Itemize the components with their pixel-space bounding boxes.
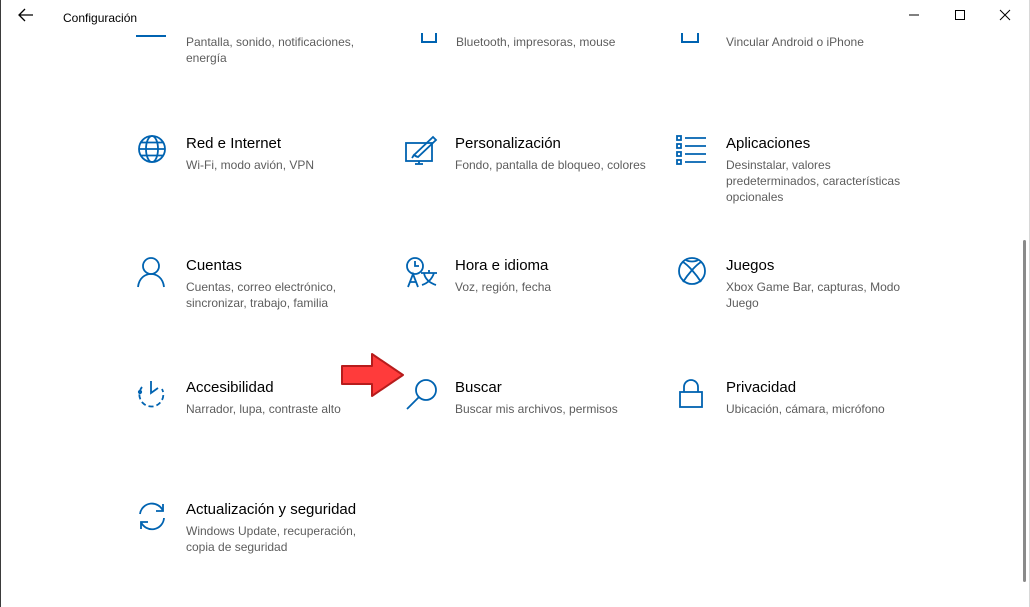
tile-juegos[interactable]: Juegos Xbox Game Bar, capturas, Modo Jue…	[676, 257, 926, 347]
tile-title: Hora e idioma	[455, 257, 549, 274]
tile-title: Actualización y seguridad	[186, 501, 357, 518]
system-tile-description[interactable]: Pantalla, sonido, notificaciones, energí…	[186, 34, 376, 66]
window-title: Configuración	[63, 11, 138, 25]
person-icon	[136, 257, 170, 291]
phone-icon	[681, 33, 699, 43]
back-button[interactable]	[11, 5, 41, 29]
title-bar: Configuración	[1, 0, 1029, 33]
accessibility-icon	[136, 379, 170, 413]
tile-cuentas[interactable]: Cuentas Cuentas, correo electrónico, sin…	[136, 257, 386, 347]
tile-description: Ubicación, cámara, micrófono	[726, 402, 885, 416]
tile-title: Privacidad	[726, 379, 797, 396]
phone-tile-description[interactable]: Vincular Android o iPhone	[726, 34, 926, 50]
close-button[interactable]	[982, 2, 1028, 32]
tile-privacidad[interactable]: Privacidad Ubicación, cámara, micrófono	[676, 379, 926, 469]
time-language-icon	[405, 257, 439, 291]
tile-description: Desinstalar, valores predeterminados, ca…	[726, 158, 901, 204]
settings-window: Pantalla, sonido, notificaciones, energí…	[0, 0, 1030, 607]
tile-description: Cuentas, correo electrónico, sincronizar…	[186, 280, 337, 310]
tile-hora-idioma[interactable]: Hora e idioma Voz, región, fecha	[405, 257, 655, 347]
sync-icon	[136, 501, 170, 535]
lock-icon	[676, 379, 710, 413]
close-icon	[999, 8, 1011, 26]
tile-title: Accesibilidad	[186, 379, 274, 396]
maximize-button[interactable]	[937, 2, 983, 32]
tile-actualizacion-seguridad[interactable]: Actualización y seguridad Windows Update…	[136, 501, 386, 591]
minimize-button[interactable]	[891, 2, 937, 32]
tile-description: Wi-Fi, modo avión, VPN	[186, 158, 315, 172]
xbox-icon	[676, 257, 710, 291]
annotation-arrow-icon	[340, 352, 406, 398]
personalization-icon	[405, 135, 439, 169]
tile-description: Voz, región, fecha	[455, 280, 552, 294]
minimize-icon	[908, 8, 920, 26]
globe-icon	[136, 135, 170, 169]
tile-description: Narrador, lupa, contraste alto	[186, 402, 341, 416]
tile-description: Buscar mis archivos, permisos	[455, 402, 618, 416]
tile-title: Red e Internet	[186, 135, 282, 152]
devices-icon	[421, 33, 437, 43]
tile-red-internet[interactable]: Red e Internet Wi-Fi, modo avión, VPN	[136, 135, 386, 225]
tile-aplicaciones[interactable]: Aplicaciones Desinstalar, valores predet…	[676, 135, 926, 225]
tile-title: Juegos	[726, 257, 775, 274]
system-display-icon	[136, 33, 166, 37]
tile-description: Xbox Game Bar, capturas, Modo Juego	[726, 280, 901, 310]
devices-tile-description[interactable]: Bluetooth, impresoras, mouse	[456, 34, 656, 50]
tile-title: Buscar	[455, 379, 502, 396]
tile-description: Fondo, pantalla de bloqueo, colores	[455, 158, 646, 172]
search-icon	[405, 379, 439, 413]
tile-title: Cuentas	[186, 257, 242, 274]
tile-personalizacion[interactable]: Personalización Fondo, pantalla de bloqu…	[405, 135, 655, 225]
maximize-icon	[954, 8, 966, 26]
tile-buscar[interactable]: Buscar Buscar mis archivos, permisos	[405, 379, 655, 469]
back-arrow-icon	[18, 8, 34, 27]
vertical-scrollbar[interactable]	[1023, 240, 1026, 582]
tile-title: Personalización	[455, 135, 561, 152]
tile-title: Aplicaciones	[726, 135, 811, 152]
apps-list-icon	[676, 135, 710, 169]
tile-description: Windows Update, recuperación, copia de s…	[186, 524, 357, 554]
